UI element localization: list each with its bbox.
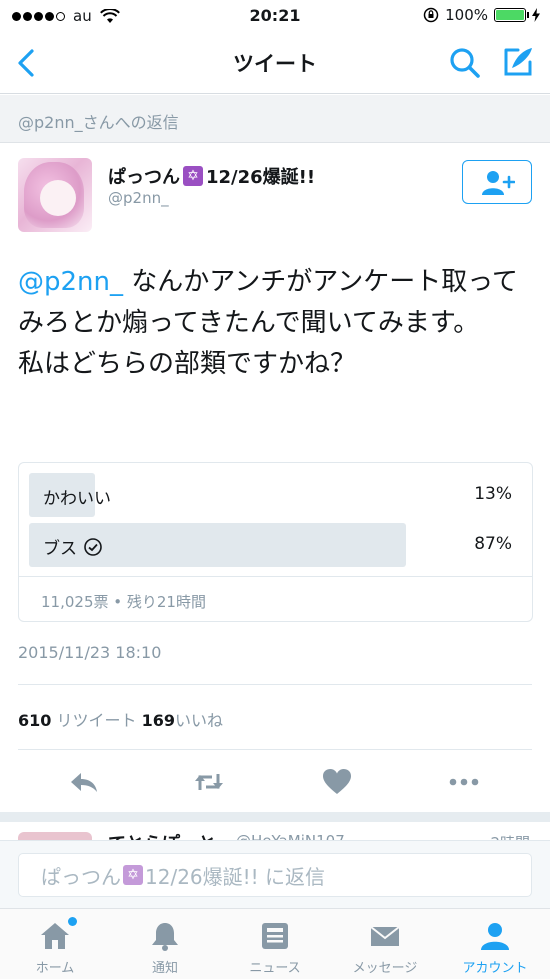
orientation-lock-icon bbox=[423, 7, 439, 23]
divider bbox=[18, 749, 532, 750]
tweet-timestamp: 2015/11/23 18:10 bbox=[18, 643, 162, 662]
star-of-david-icon: ✡ bbox=[123, 865, 143, 885]
poll-percent: 13% bbox=[474, 484, 512, 504]
poll-option-busu: ブス 87% bbox=[29, 523, 522, 567]
tab-bar: ホーム 通知 ニュース メッセージ アカウント bbox=[0, 908, 550, 979]
retweet-label: リツイート bbox=[51, 711, 142, 730]
tweet-stats: 610 リツイート 169いいね bbox=[18, 707, 223, 731]
avatar[interactable] bbox=[18, 158, 92, 232]
battery-status: 100% bbox=[423, 6, 540, 24]
news-icon bbox=[262, 923, 288, 949]
envelope-icon bbox=[370, 926, 400, 946]
poll-card: かわいい 13% ブス 87% 11,025票 • 残り21時間 bbox=[18, 462, 533, 622]
author-screen-name[interactable]: @p2nn_ bbox=[108, 189, 169, 207]
like-label: いいね bbox=[175, 711, 224, 730]
status-bar: au 20:21 100% bbox=[0, 0, 550, 32]
poll-option-label: ブス bbox=[43, 534, 103, 559]
person-icon bbox=[481, 923, 509, 950]
battery-percent: 100% bbox=[445, 6, 488, 24]
charging-icon bbox=[532, 8, 540, 22]
tab-notifications[interactable]: 通知 bbox=[110, 909, 220, 979]
display-name-suffix: 12/26爆誕!! bbox=[206, 167, 316, 188]
retweet-icon[interactable] bbox=[193, 766, 225, 798]
reply-composer: ぱっつん ✡ 12/26爆誕!! に返信 bbox=[0, 840, 550, 908]
mention-link[interactable]: @p2nn_ bbox=[18, 267, 123, 297]
author-display-name[interactable]: ぱっつん ✡ 12/26爆誕!! bbox=[108, 163, 315, 189]
reply-placeholder-name: ぱっつん bbox=[41, 864, 121, 889]
notification-dot bbox=[68, 917, 77, 926]
more-icon[interactable] bbox=[448, 766, 480, 798]
navigation-bar: ツイート bbox=[0, 32, 550, 94]
display-name-text: ぱっつん bbox=[108, 167, 180, 188]
follow-button[interactable] bbox=[462, 160, 532, 204]
battery-icon bbox=[494, 8, 529, 22]
compose-icon[interactable] bbox=[500, 44, 536, 80]
section-separator bbox=[0, 812, 550, 822]
tab-messages[interactable]: メッセージ bbox=[330, 909, 440, 979]
add-user-icon bbox=[482, 171, 515, 195]
reply-input[interactable]: ぱっつん ✡ 12/26爆誕!! に返信 bbox=[18, 853, 532, 897]
reply-icon[interactable] bbox=[68, 766, 100, 798]
like-count[interactable]: 169 bbox=[142, 711, 175, 730]
poll-percent: 87% bbox=[474, 534, 512, 554]
poll-option-kawaii: かわいい 13% bbox=[29, 473, 522, 517]
retweet-count[interactable]: 610 bbox=[18, 711, 51, 730]
poll-option-label: かわいい bbox=[43, 489, 111, 509]
tweet-actions bbox=[0, 760, 550, 802]
bell-icon bbox=[152, 923, 178, 951]
tweet-body-line2: 私はどちらの部類ですかね？ bbox=[18, 349, 357, 379]
divider bbox=[19, 576, 532, 577]
tweet-text: @p2nn_ なんかアンチがアンケート取ってみろとか煽ってきたんで聞いてみます。… bbox=[18, 262, 533, 385]
home-icon bbox=[41, 923, 69, 949]
tab-news[interactable]: ニュース bbox=[220, 909, 330, 979]
heart-icon[interactable] bbox=[321, 766, 353, 798]
tab-account[interactable]: アカウント bbox=[440, 909, 550, 979]
reply-context-header[interactable]: @p2nn_さんへの返信 bbox=[0, 95, 550, 143]
reply-placeholder-suffix: 12/26爆誕!! に返信 bbox=[145, 864, 326, 889]
check-circle-icon bbox=[84, 537, 102, 556]
search-icon[interactable] bbox=[448, 46, 482, 80]
divider bbox=[18, 684, 532, 685]
tab-home[interactable]: ホーム bbox=[0, 909, 110, 979]
poll-meta: 11,025票 • 残り21時間 bbox=[41, 593, 206, 611]
star-of-david-icon: ✡ bbox=[183, 166, 203, 186]
